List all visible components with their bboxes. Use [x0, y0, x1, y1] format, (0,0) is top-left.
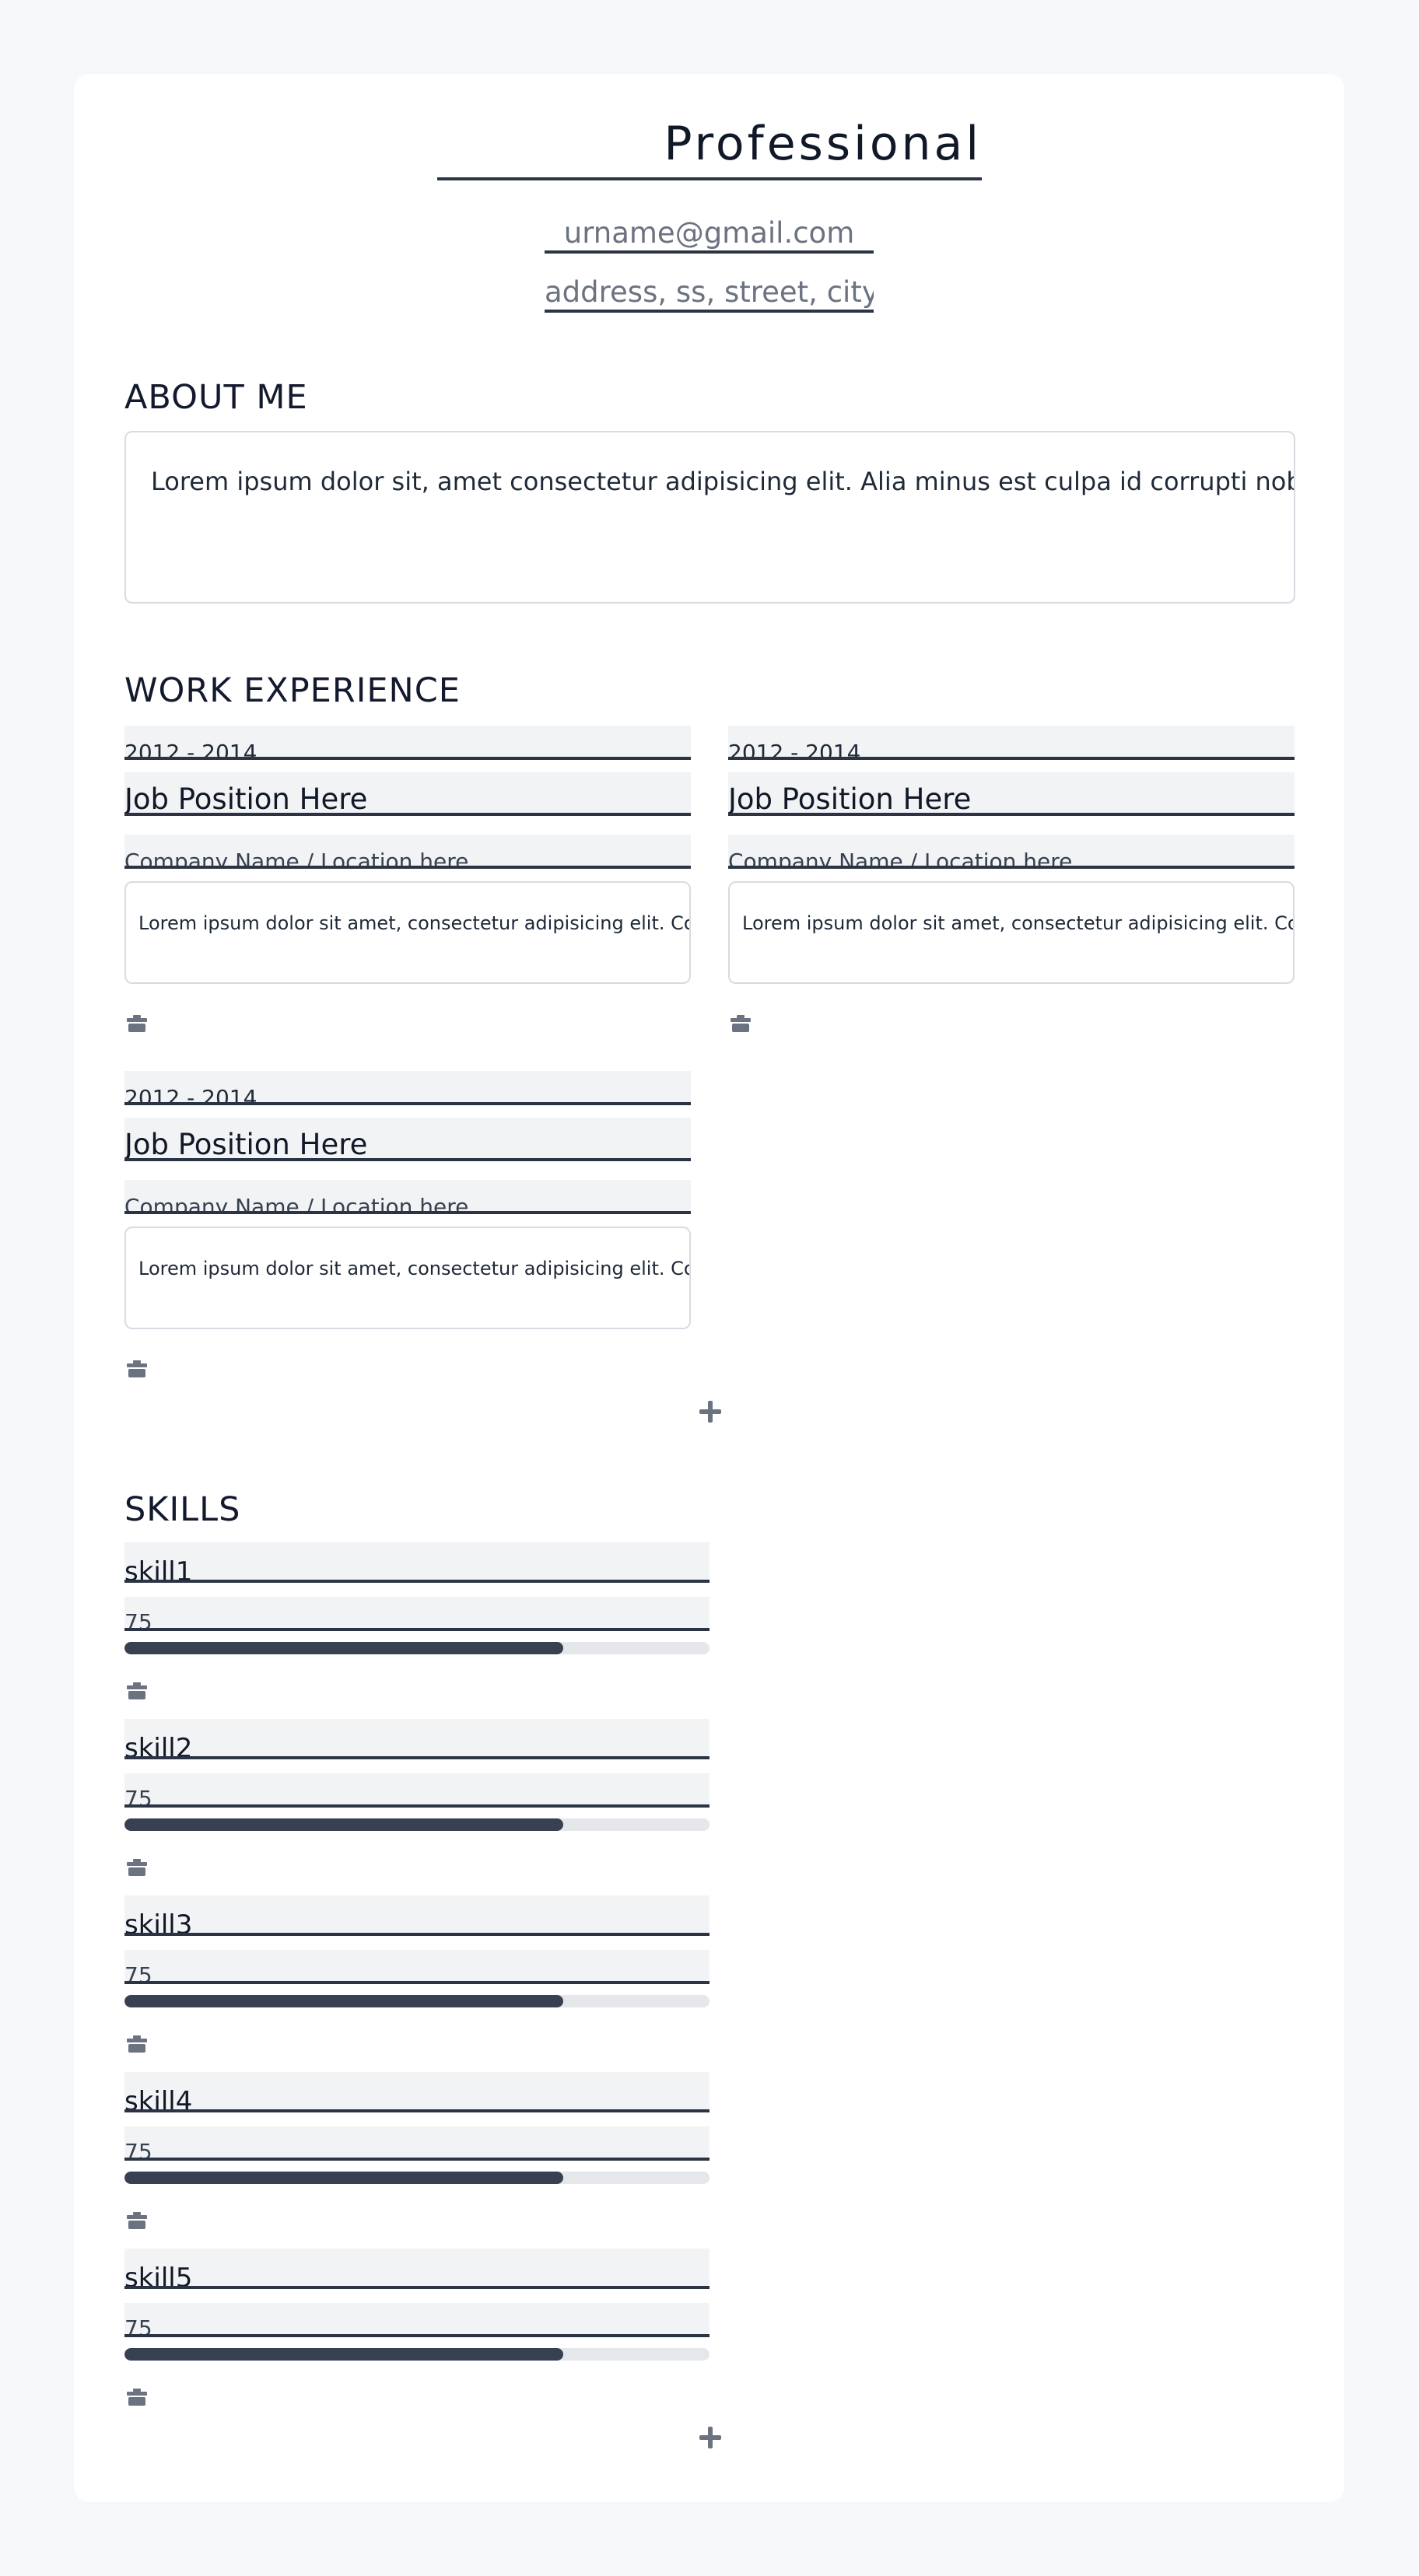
skill-level-bar	[124, 2348, 710, 2361]
job-position-input[interactable]: Job Position Here	[124, 772, 691, 816]
add-skill-button[interactable]	[695, 2422, 726, 2453]
job-description-textarea[interactable]: Lorem ipsum dolor sit amet, consectetur …	[124, 1227, 691, 1329]
job-date-input[interactable]: 2012 - 2014	[124, 1071, 691, 1105]
skill-level-fill	[124, 1818, 563, 1831]
skill-level-bar	[124, 2172, 710, 2184]
about-section-title: ABOUT ME	[124, 378, 308, 417]
name-input[interactable]: Professional	[437, 101, 982, 180]
skill-name-input[interactable]: skill4	[124, 2072, 710, 2112]
skill-entry: skill1 75	[124, 1542, 710, 1713]
skill-name-input[interactable]: skill5	[124, 2249, 710, 2289]
plus-icon	[699, 2427, 721, 2448]
skills-section-title: SKILLS	[124, 1490, 241, 1529]
add-job-button[interactable]	[695, 1396, 726, 1427]
skill-level-bar	[124, 1995, 710, 2007]
job-company-input[interactable]: Company Name / Location here	[728, 835, 1295, 869]
skill-level-fill	[124, 2172, 563, 2184]
skill-name-input[interactable]: skill2	[124, 1719, 710, 1759]
trash-icon[interactable]	[126, 2389, 148, 2406]
job-date-input[interactable]: 2012 - 2014	[728, 726, 1295, 760]
trash-icon[interactable]	[126, 1015, 148, 1032]
skill-level-input[interactable]: 75	[124, 1773, 710, 1808]
address-input[interactable]: address, ss, street, city/zip	[545, 268, 874, 313]
skill-name-input[interactable]: skill3	[124, 1895, 710, 1936]
skill-level-bar	[124, 1818, 710, 1831]
trash-icon[interactable]	[126, 2212, 148, 2229]
skill-level-bar	[124, 1642, 710, 1654]
work-section-title: WORK EXPERIENCE	[124, 671, 461, 710]
skill-entry: skill3 75	[124, 1895, 710, 2067]
trash-icon[interactable]	[730, 1015, 752, 1032]
job-position-input[interactable]: Job Position Here	[124, 1118, 691, 1161]
skill-level-fill	[124, 1995, 563, 2007]
skill-name-input[interactable]: skill1	[124, 1542, 710, 1583]
trash-icon[interactable]	[126, 1360, 148, 1377]
skill-level-input[interactable]: 75	[124, 2126, 710, 2161]
skill-level-input[interactable]: 75	[124, 1950, 710, 1984]
job-description-textarea[interactable]: Lorem ipsum dolor sit amet, consectetur …	[124, 881, 691, 984]
job-company-input[interactable]: Company Name / Location here	[124, 835, 691, 869]
trash-icon[interactable]	[126, 2035, 148, 2053]
job-description-textarea[interactable]: Lorem ipsum dolor sit amet, consectetur …	[728, 881, 1295, 984]
skill-level-fill	[124, 1642, 563, 1654]
skill-entry: skill2 75	[124, 1719, 710, 1890]
skill-level-input[interactable]: 75	[124, 1597, 710, 1631]
trash-icon[interactable]	[126, 1859, 148, 1876]
skill-entry: skill5 75	[124, 2249, 710, 2420]
job-date-input[interactable]: 2012 - 2014	[124, 726, 691, 760]
trash-icon[interactable]	[126, 1682, 148, 1699]
skill-entry: skill4 75	[124, 2072, 710, 2243]
job-company-input[interactable]: Company Name / Location here	[124, 1180, 691, 1214]
skill-level-input[interactable]: 75	[124, 2303, 710, 2337]
job-position-input[interactable]: Job Position Here	[728, 772, 1295, 816]
plus-icon	[699, 1401, 721, 1423]
email-input[interactable]: urname@gmail.com	[545, 208, 874, 254]
skill-level-fill	[124, 2348, 563, 2361]
about-textarea[interactable]: Lorem ipsum dolor sit, amet consectetur …	[124, 431, 1295, 604]
